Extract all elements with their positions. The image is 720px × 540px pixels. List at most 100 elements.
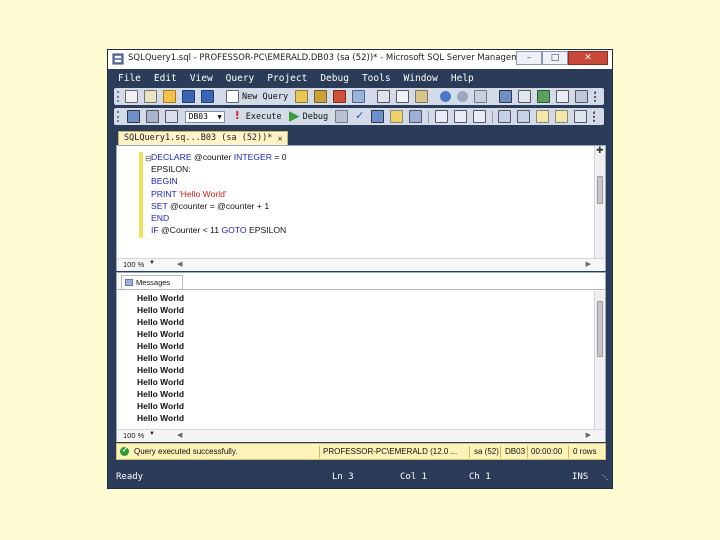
window-controls: – □ ✕ xyxy=(516,51,608,65)
standard-toolbar: New Query xyxy=(114,88,604,105)
save-icon[interactable] xyxy=(182,90,195,103)
paste-icon[interactable] xyxy=(415,90,429,103)
intellisense-icon[interactable] xyxy=(409,110,423,123)
tab-sqlquery1[interactable]: SQLQuery1.sq...B03 (sa (52))* ✕ xyxy=(118,131,288,145)
code-token: @Counter < 11 xyxy=(161,225,222,236)
message-line: Hello World xyxy=(137,413,185,423)
results-to-file-icon[interactable] xyxy=(472,110,486,123)
results-vertical-scrollbar[interactable] xyxy=(594,291,605,429)
code-token: @counter xyxy=(193,152,234,162)
tab-messages[interactable]: Messages xyxy=(121,275,183,289)
redo-icon[interactable] xyxy=(457,91,469,102)
new-project-icon[interactable] xyxy=(125,90,138,103)
menu-file[interactable]: File xyxy=(108,70,144,86)
analysis-query-icon[interactable] xyxy=(314,90,328,103)
results-to-text-icon[interactable] xyxy=(434,110,448,123)
specify-values-icon[interactable] xyxy=(573,110,587,123)
decrease-indent-icon[interactable] xyxy=(535,110,549,123)
chevron-down-icon[interactable]: ▼ xyxy=(149,260,155,266)
code-line[interactable]: BEGIN xyxy=(151,176,178,186)
scroll-left-icon[interactable]: ◀ xyxy=(177,431,182,439)
open-file-icon[interactable] xyxy=(163,90,176,103)
xmla-query-icon[interactable] xyxy=(352,90,366,103)
properties-icon[interactable] xyxy=(556,90,570,103)
toolbar-overflow-icon[interactable] xyxy=(594,91,602,102)
registered-servers-icon[interactable] xyxy=(499,90,513,103)
query-designer-icon[interactable] xyxy=(390,110,404,123)
cancel-query-icon[interactable] xyxy=(335,110,349,123)
editor-vertical-scrollbar[interactable]: ✚ xyxy=(594,146,605,270)
code-line[interactable]: END xyxy=(151,213,169,223)
increase-indent-icon[interactable] xyxy=(554,110,568,123)
execute-icon[interactable]: ! xyxy=(232,110,243,122)
toolbox-icon[interactable] xyxy=(575,90,589,103)
code-line[interactable]: SET @counter = @counter + 1 xyxy=(151,201,269,211)
menu-edit[interactable]: Edit xyxy=(144,70,180,86)
comment-icon[interactable] xyxy=(497,110,511,123)
menu-window[interactable]: Window xyxy=(394,70,441,86)
toolbar-grip[interactable] xyxy=(117,111,121,122)
disconnect-icon[interactable] xyxy=(145,110,159,123)
editor-zoom-select[interactable]: 100 % xyxy=(123,260,144,269)
code-line[interactable]: EPSILON: xyxy=(151,164,191,174)
object-explorer-icon[interactable] xyxy=(518,90,532,103)
change-tracking-margin xyxy=(139,152,143,238)
debug-icon[interactable] xyxy=(288,111,300,122)
execute-button[interactable]: Execute xyxy=(246,112,282,122)
scrollbar-thumb[interactable] xyxy=(597,176,603,204)
menu-help[interactable]: Help xyxy=(441,70,477,86)
code-area[interactable]: ⊟ DECLARE @counter INTEGER = 0 EPSILON: BE… xyxy=(121,148,591,256)
estimated-plan-icon[interactable] xyxy=(371,110,385,123)
scroll-right-icon[interactable]: ▶ xyxy=(586,431,591,439)
uncomment-icon[interactable] xyxy=(516,110,530,123)
status-insert-mode: INS xyxy=(572,472,589,482)
toolbar-overflow-icon[interactable] xyxy=(592,111,601,122)
results-to-grid-icon[interactable] xyxy=(453,110,467,123)
scrollbar-thumb[interactable] xyxy=(597,301,603,357)
close-tab-icon[interactable]: ✕ xyxy=(275,134,285,144)
undo-icon[interactable] xyxy=(440,91,452,102)
results-zoom-select[interactable]: 100 % xyxy=(123,431,144,440)
scroll-left-icon[interactable]: ◀ xyxy=(177,260,182,268)
menu-debug[interactable]: Debug xyxy=(310,70,352,86)
template-explorer-icon[interactable] xyxy=(537,90,551,103)
login-user: sa (52) xyxy=(474,447,499,456)
code-line[interactable]: DECLARE @counter INTEGER = 0 xyxy=(151,152,287,162)
debug-button[interactable]: Debug xyxy=(303,112,329,122)
save-all-icon[interactable] xyxy=(201,90,214,103)
change-connection-icon[interactable] xyxy=(164,110,178,123)
add-item-icon[interactable] xyxy=(144,90,157,103)
status-divider xyxy=(319,446,320,458)
db-engine-query-icon[interactable] xyxy=(295,90,309,103)
status-char: Ch 1 xyxy=(469,472,491,482)
menu-tools[interactable]: Tools xyxy=(352,70,394,86)
split-icon[interactable]: ✚ xyxy=(596,146,604,156)
menu-query[interactable]: Query xyxy=(216,70,258,86)
connect-icon[interactable] xyxy=(126,110,140,123)
cut-icon[interactable] xyxy=(377,90,391,103)
database-select[interactable]: DB03 ▼ xyxy=(184,110,225,123)
scroll-right-icon[interactable]: ▶ xyxy=(586,260,591,268)
menu-view[interactable]: View xyxy=(180,70,216,86)
chevron-down-icon[interactable]: ▼ xyxy=(149,431,155,437)
new-query-icon[interactable] xyxy=(226,90,239,103)
copy-icon[interactable] xyxy=(396,90,410,103)
minimize-button[interactable]: – xyxy=(516,51,542,65)
new-query-button[interactable]: New Query xyxy=(242,92,288,102)
row-count: 0 rows xyxy=(573,447,597,456)
menu-project[interactable]: Project xyxy=(257,70,310,86)
navigate-icon[interactable] xyxy=(474,90,488,103)
results-zoom-row: 100 % ▼ ◀ ▶ xyxy=(117,429,605,442)
code-line[interactable]: PRINT 'Hello World' xyxy=(151,189,227,199)
toolbar-grip[interactable] xyxy=(117,91,119,102)
code-line[interactable]: IF @Counter < 11 GOTO EPSILON xyxy=(151,225,286,235)
elapsed-time: 00:00:00 xyxy=(531,447,563,456)
code-token: 'Hello World' xyxy=(179,188,227,199)
parse-check-icon[interactable]: ✓ xyxy=(354,110,365,122)
query-editor[interactable]: ⊟ DECLARE @counter INTEGER = 0 EPSILON: BE… xyxy=(116,145,606,271)
status-divider xyxy=(500,446,501,458)
resize-grip-icon[interactable]: ⋱ xyxy=(602,474,608,481)
maximize-button[interactable]: □ xyxy=(542,51,568,65)
close-button[interactable]: ✕ xyxy=(568,51,608,65)
mdx-query-icon[interactable] xyxy=(333,90,347,103)
